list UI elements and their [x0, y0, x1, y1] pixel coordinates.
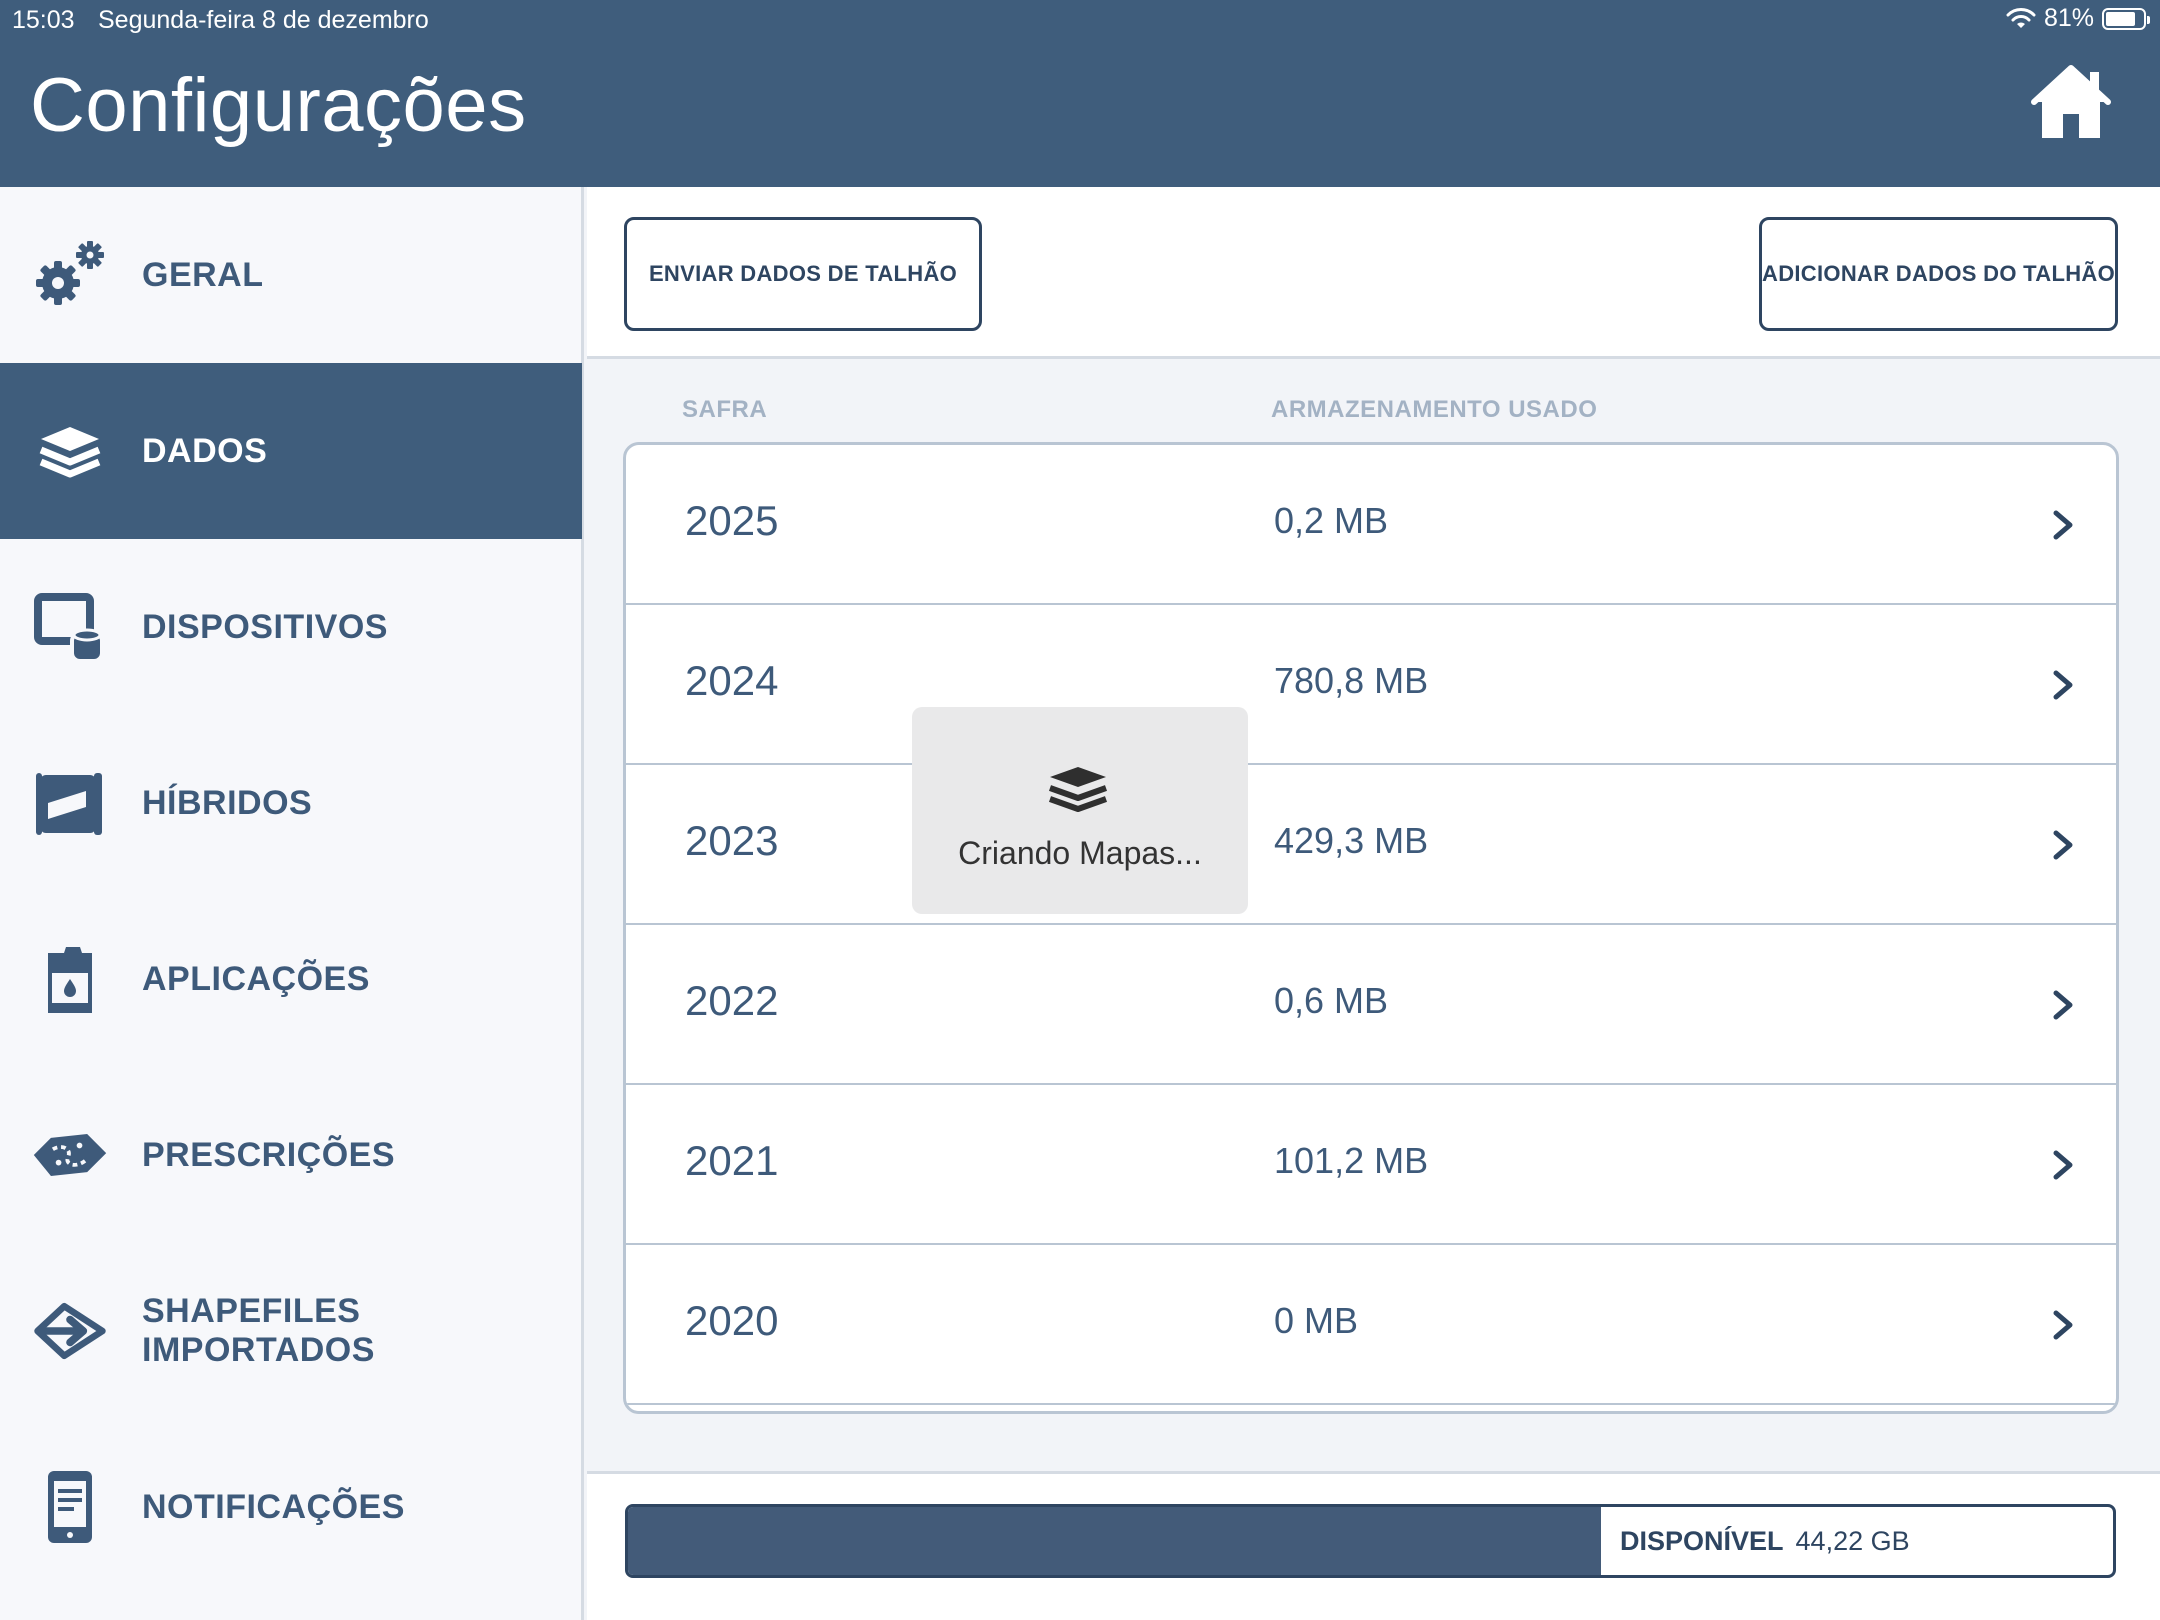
sidebar-item-dispositivos[interactable]: DISPOSITIVOS — [0, 539, 582, 715]
column-header-storage: ARMAZENAMENTO USADO — [1271, 396, 1598, 423]
sidebar-item-label: DISPOSITIVOS — [142, 607, 388, 646]
status-bar: 15:03 Segunda-feira 8 de dezembro 81% — [0, 0, 2160, 40]
sidebar-item-aplicacoes[interactable]: APLICAÇÕES — [0, 891, 582, 1067]
storage-available-value: 44,22 GB — [1795, 1526, 1910, 1556]
row-storage: 429,3 MB — [1274, 820, 1429, 861]
row-year: 2022 — [685, 977, 779, 1024]
app-header: 15:03 Segunda-feira 8 de dezembro 81% Co… — [0, 0, 2160, 187]
sidebar-item-hibridos[interactable]: HÍBRIDOS — [0, 715, 582, 891]
toast-message: Criando Mapas... — [958, 835, 1202, 871]
home-icon — [2031, 65, 2111, 138]
send-field-data-button[interactable]: ENVIAR DADOS DE TALHÃO — [624, 217, 982, 331]
canister-icon — [30, 939, 110, 1019]
gears-icon — [30, 235, 110, 315]
add-field-data-button[interactable]: ADICIONAR DADOS DO TALHÃO — [1759, 217, 2118, 331]
row-storage: 0 MB — [1274, 1300, 1359, 1341]
row-storage: 101,2 MB — [1274, 1140, 1429, 1181]
loading-toast: Criando Mapas... — [912, 707, 1248, 914]
row-storage: 0,6 MB — [1274, 980, 1389, 1021]
devices-icon — [30, 587, 110, 667]
battery-fill — [2106, 11, 2136, 26]
row-year: 2021 — [685, 1137, 779, 1184]
sidebar-item-label: HÍBRIDOS — [142, 783, 313, 822]
sidebar-item-shapefiles[interactable]: SHAPEFILES IMPORTADOS — [0, 1243, 582, 1419]
chevron-right-icon — [2053, 990, 2073, 1020]
home-button[interactable] — [2028, 62, 2114, 142]
sidebar-item-geral[interactable]: GERAL — [0, 187, 582, 363]
row-year: 2025 — [685, 497, 779, 544]
storage-available: DISPONÍVEL 44,22 GB — [1620, 1526, 1910, 1557]
table-row[interactable]: 2021 101,2 MB — [626, 1085, 2116, 1245]
sidebar-item-notificacoes[interactable]: NOTIFICAÇÕES — [0, 1419, 582, 1595]
row-year: 2023 — [685, 817, 779, 864]
chevron-right-icon — [2053, 1310, 2073, 1340]
phone-notification-icon — [30, 1467, 110, 1547]
sidebar-item-dados[interactable]: DADOS — [0, 363, 582, 539]
sidebar-item-label: GERAL — [142, 255, 264, 294]
table-row[interactable]: 2020 0 MB — [626, 1245, 2116, 1405]
row-year: 2024 — [685, 657, 779, 704]
table-row[interactable]: 2025 0,2 MB — [626, 445, 2116, 605]
sidebar-item-label: APLICAÇÕES — [142, 959, 370, 998]
row-storage: 780,8 MB — [1274, 660, 1429, 701]
chevron-right-icon — [2053, 1150, 2073, 1180]
sidebar-item-label: NOTIFICAÇÕES — [142, 1487, 405, 1526]
column-header-safra: SAFRA — [682, 396, 768, 423]
seed-bag-icon — [30, 763, 110, 843]
sidebar-item-label: PRESCRIÇÕES — [142, 1135, 395, 1174]
import-arrow-icon — [30, 1291, 110, 1371]
layers-icon — [1048, 767, 1108, 812]
table-row[interactable]: 2022 0,6 MB — [626, 925, 2116, 1085]
sidebar-item-label: SHAPEFILES IMPORTADOS — [142, 1292, 375, 1369]
layers-icon — [30, 411, 110, 491]
table-row[interactable]: 2024 780,8 MB — [626, 605, 2116, 765]
season-table: 2025 0,2 MB 2024 780,8 MB 2023 429,3 MB … — [623, 442, 2119, 1414]
status-right: 81% — [2006, 4, 2150, 33]
row-year: 2020 — [685, 1297, 779, 1344]
table-row[interactable]: 2023 429,3 MB — [626, 765, 2116, 925]
battery-percent: 81% — [2043, 4, 2094, 32]
chevron-right-icon — [2053, 510, 2073, 540]
status-time: 15:03 — [12, 6, 75, 34]
status-date: Segunda-feira 8 de dezembro — [98, 6, 429, 34]
storage-available-label: DISPONÍVEL — [1620, 1526, 1784, 1556]
sidebar: GERAL DADOS DISPOSITIVOS HÍBRIDOS APLICA… — [0, 187, 584, 1620]
toolbar: ENVIAR DADOS DE TALHÃO ADICIONAR DADOS D… — [587, 187, 2160, 359]
prescription-map-icon — [30, 1115, 110, 1195]
page-title: Configurações — [30, 63, 527, 148]
wifi-icon — [2006, 7, 2036, 28]
chevron-right-icon — [2053, 830, 2073, 860]
battery-icon — [2102, 7, 2150, 30]
storage-used-fill — [628, 1507, 1601, 1575]
sidebar-item-prescricoes[interactable]: PRESCRIÇÕES — [0, 1067, 582, 1243]
sidebar-item-label: DADOS — [142, 431, 268, 470]
chevron-right-icon — [2053, 670, 2073, 700]
row-storage: 0,2 MB — [1274, 500, 1389, 541]
